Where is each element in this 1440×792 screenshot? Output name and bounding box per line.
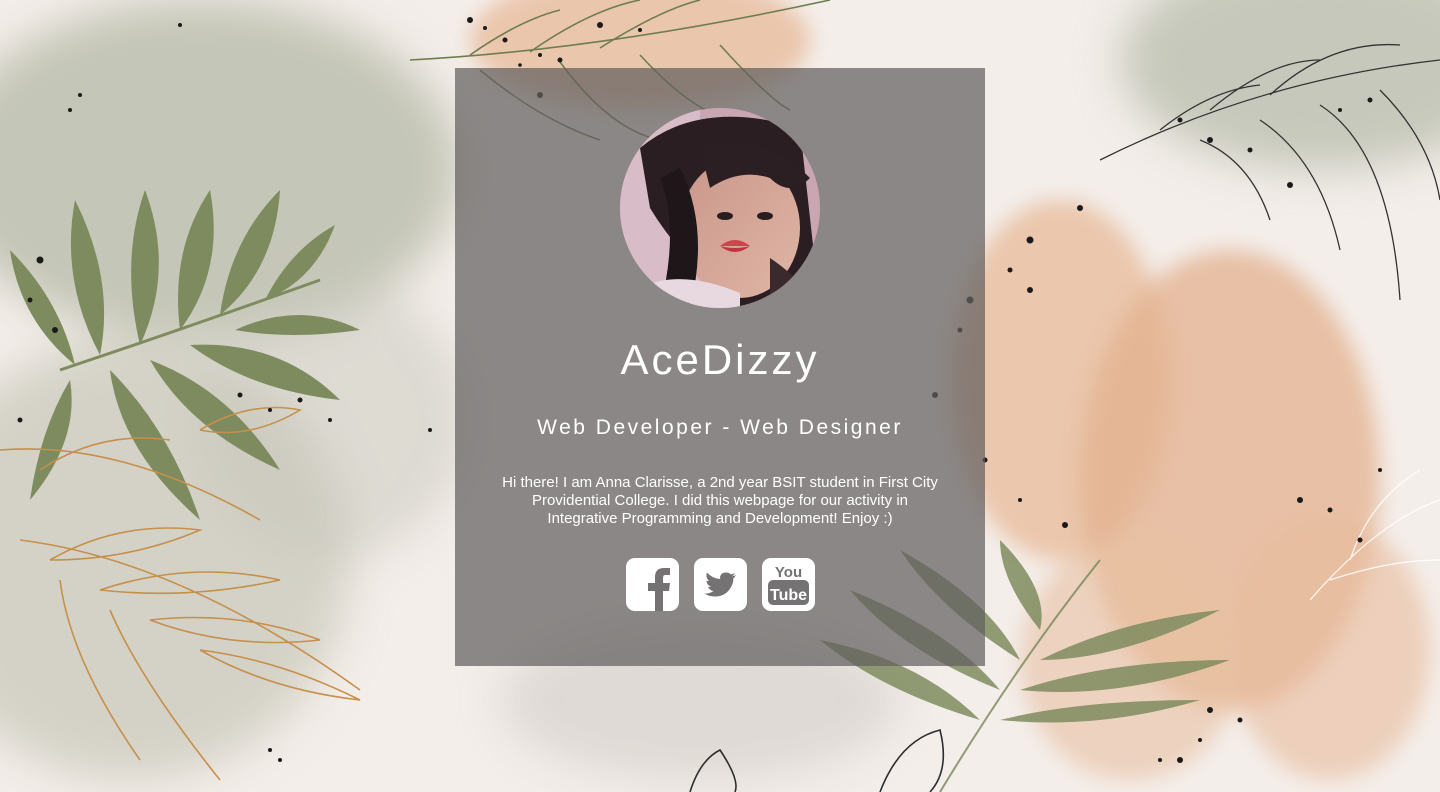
youtube-text-bottom: Tube (769, 587, 806, 604)
twitter-link[interactable] (693, 558, 747, 611)
social-links: You Tube (455, 558, 985, 612)
facebook-link[interactable] (625, 558, 679, 611)
facebook-icon (625, 558, 679, 611)
avatar-photo (620, 108, 820, 308)
profile-bio: Hi there! I am Anna Clarisse, a 2nd year… (502, 474, 938, 527)
youtube-text-top: You (774, 564, 801, 581)
profile-avatar (620, 108, 820, 308)
profile-name: AceDizzy (620, 336, 820, 383)
twitter-icon (693, 558, 747, 611)
youtube-link[interactable]: You Tube (761, 558, 815, 611)
profile-role: Web Developer - Web Designer (537, 416, 903, 439)
youtube-icon: You Tube (761, 558, 815, 611)
profile-card: AceDizzy Web Developer - Web Designer Hi… (455, 68, 985, 666)
